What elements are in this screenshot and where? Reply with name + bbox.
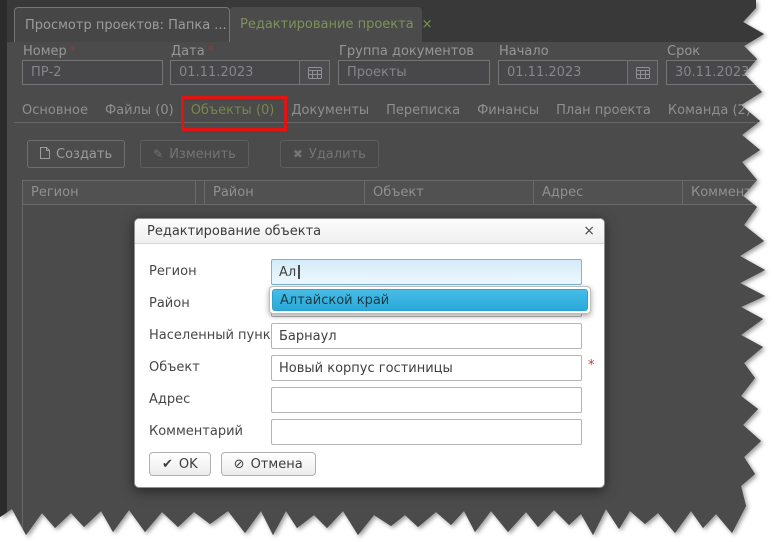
date-input[interactable]: 01.11.2023 [170, 60, 330, 85]
region-input[interactable]: Ал [271, 259, 582, 285]
tab-main[interactable]: Основное [22, 103, 88, 118]
edit-object-dialog: Редактирование объекта × Регион Ал Район… [134, 218, 605, 488]
dialog-row-object: Объект Новый корпус гостиницы * [135, 355, 604, 381]
torn-screenshot-wrapper: Просмотр проектов: Папка ... × Редактиро… [0, 0, 774, 542]
grid-header: Регион Район Объект Адрес Комментари [22, 180, 774, 205]
cancel-circle-icon: ⊘ [234, 458, 245, 471]
column-header-object[interactable]: Объект [364, 181, 534, 204]
dialog-row-address: Адрес [135, 387, 604, 413]
field-label: Населенный пункт [149, 323, 269, 349]
delete-x-icon: ✖ [293, 148, 303, 160]
text-caret [298, 265, 300, 279]
tab-objects[interactable]: Объекты (0) [191, 103, 275, 118]
comment-input[interactable] [271, 419, 582, 445]
tab-correspondence[interactable]: Переписка [386, 103, 460, 118]
field-label: Номер [23, 44, 67, 59]
field-label: Адрес [149, 387, 269, 413]
field-label: Срок [667, 44, 700, 59]
deadline-input[interactable]: 30.11.2023 [666, 60, 766, 85]
field-label: Группа документов [339, 44, 474, 59]
doc-group-input[interactable]: Проекты [338, 60, 490, 85]
window-left-edge [0, 0, 7, 542]
start-date-input[interactable]: 01.11.2023 [498, 60, 658, 85]
application-window: Просмотр проектов: Папка ... × Редактиро… [0, 0, 774, 542]
autocomplete-dropdown: Алтайской край [269, 286, 591, 314]
tab-label: Редактирование проекта [240, 17, 414, 32]
ok-button[interactable]: ✔ OK [149, 452, 211, 476]
dialog-row-settlement: Населенный пункт Барнаул [135, 323, 604, 349]
field-label: Регион [149, 259, 269, 285]
tab-finances[interactable]: Финансы [477, 103, 539, 118]
close-icon[interactable]: × [414, 17, 433, 32]
field-label: Дата [171, 44, 205, 59]
column-header-district[interactable]: Район [204, 181, 365, 204]
tab-files[interactable]: Файлы (0) [105, 103, 174, 118]
dialog-row-region: Регион Ал [135, 259, 604, 285]
settlement-input[interactable]: Барнаул [271, 323, 582, 349]
tab-documents[interactable]: Документы [291, 103, 369, 118]
tab-project-plan[interactable]: План проекта [556, 103, 651, 118]
object-input[interactable]: Новый корпус гостиницы [271, 355, 582, 381]
pencil-icon: ✎ [153, 148, 163, 160]
field-label: Комментарий [149, 419, 269, 445]
required-asterisk: * [208, 44, 215, 59]
document-icon [40, 147, 50, 161]
calendar-icon[interactable] [299, 61, 329, 84]
tab-team[interactable]: Команда (2) [668, 103, 751, 118]
edit-button[interactable]: ✎ Изменить [140, 140, 249, 168]
calendar-icon[interactable] [627, 61, 657, 84]
column-header-region[interactable]: Регион [22, 181, 196, 204]
field-label: Начало [499, 44, 549, 59]
tab-discussion[interactable]: Обсужд [768, 103, 774, 118]
tab-project-browse[interactable]: Просмотр проектов: Папка ... × [14, 7, 230, 42]
autocomplete-item-selected[interactable]: Алтайской край [272, 289, 588, 311]
required-asterisk: * [70, 44, 77, 59]
tab-label: Просмотр проектов: Папка ... [25, 18, 227, 33]
column-header-address[interactable]: Адрес [533, 181, 683, 204]
objects-toolbar: Создать ✎ Изменить ✖ Удалить [27, 140, 379, 168]
dialog-row-comment: Комментарий [135, 419, 604, 445]
close-icon[interactable]: × [583, 219, 595, 244]
check-icon: ✔ [162, 458, 173, 471]
number-input[interactable]: ПР-2 [22, 60, 163, 85]
address-input[interactable] [271, 387, 582, 413]
tab-project-edit[interactable]: Редактирование проекта × [230, 7, 422, 42]
delete-button[interactable]: ✖ Удалить [280, 140, 379, 168]
dialog-title: Редактирование объекта [135, 219, 604, 244]
field-label: Объект [149, 355, 269, 381]
required-asterisk: * [588, 358, 595, 373]
dialog-buttons: ✔ OK ⊘ Отмена [149, 452, 316, 476]
field-label: Район [149, 291, 269, 317]
tabs-divider [14, 122, 774, 123]
cancel-button[interactable]: ⊘ Отмена [221, 452, 316, 476]
section-tabs: Основное Файлы (0) Объекты (0) Документы… [22, 103, 774, 118]
create-button[interactable]: Создать [27, 140, 125, 168]
column-header-comment[interactable]: Комментари [682, 181, 774, 204]
main-tabbar: Просмотр проектов: Папка ... × Редактиро… [0, 0, 774, 42]
